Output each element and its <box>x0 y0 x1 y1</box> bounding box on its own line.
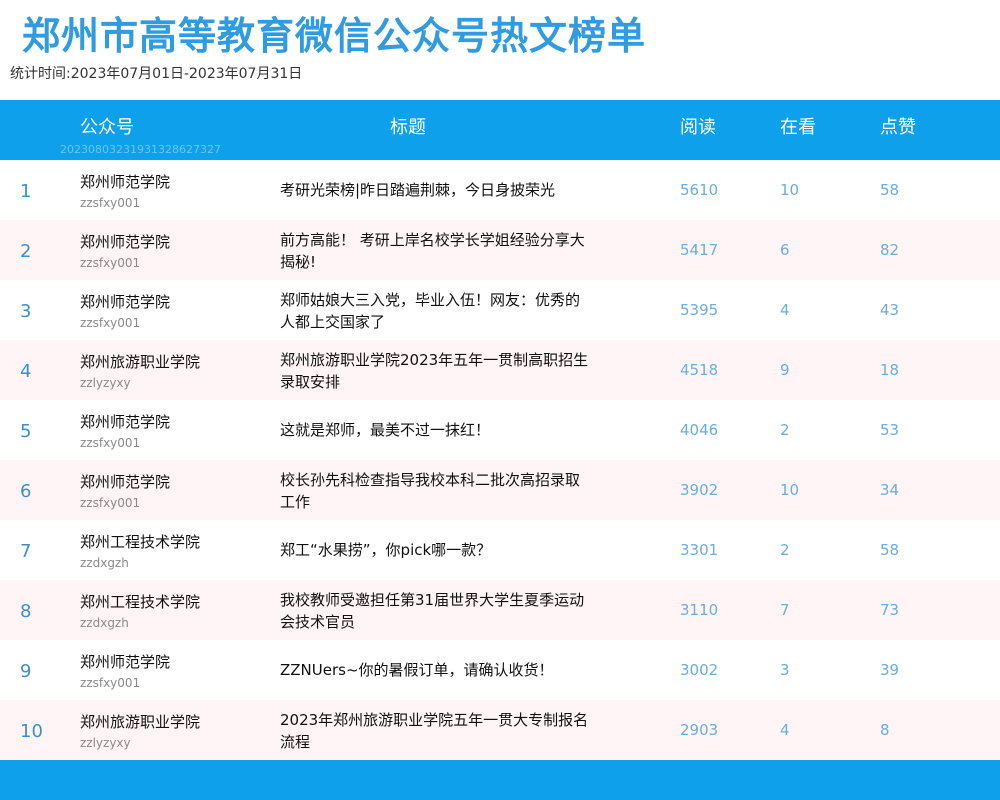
like-count: 73 <box>880 601 900 619</box>
read-count: 5395 <box>680 301 719 319</box>
read-count: 3110 <box>680 601 719 619</box>
watching-count: 10 <box>780 181 800 199</box>
article-title-link[interactable]: 前方高能！ 考研上岸名校学长学姐经验分享大揭秘! <box>280 229 590 273</box>
like-count: 82 <box>880 241 900 259</box>
like-count: 58 <box>880 181 900 199</box>
article-title-link[interactable]: 这就是郑师，最美不过一抹红！ <box>280 419 590 463</box>
account-name[interactable]: 郑州师范学院 <box>80 472 170 492</box>
table-row[interactable]: 8 郑州工程技术学院 zzdxgzh 我校教师受邀担任第31届世界大学生夏季运动… <box>0 580 1000 640</box>
ranking-table-body: 1 郑州师范学院 zzsfxy001 考研光荣榜|昨日踏遍荆棘，今日身披荣光 5… <box>0 160 1000 760</box>
column-header-title[interactable]: 标题 <box>390 116 426 140</box>
rank-number: 7 <box>20 541 32 562</box>
article-title-link[interactable]: 2023年郑州旅游职业学院五年一贯大专制报名流程 <box>280 709 590 753</box>
account-id: zzsfxy001 <box>80 676 141 690</box>
article-title-link[interactable]: 郑州旅游职业学院2023年五年一贯制高职招生录取安排 <box>280 349 590 393</box>
like-count: 34 <box>880 481 900 499</box>
watching-count: 2 <box>780 541 790 559</box>
like-count: 8 <box>880 721 890 739</box>
rank-number: 9 <box>20 661 32 682</box>
watermark-id: 20230803231931328627327 <box>60 143 221 156</box>
column-header-likes[interactable]: 点赞 <box>880 116 916 140</box>
table-row[interactable]: 5 郑州师范学院 zzsfxy001 这就是郑师，最美不过一抹红！ 4046 2… <box>0 400 1000 460</box>
watching-count: 3 <box>780 661 790 679</box>
column-header-account[interactable]: 公众号 <box>80 116 134 140</box>
article-title-link[interactable]: 校长孙先科检查指导我校本科二批次高招录取工作 <box>280 469 590 513</box>
account-id: zzsfxy001 <box>80 436 141 450</box>
watching-count: 10 <box>780 481 800 499</box>
stat-period: 统计时间:2023年07月01日-2023年07月31日 <box>10 66 303 82</box>
rank-number: 3 <box>20 301 32 322</box>
account-id: zzdxgzh <box>80 616 129 630</box>
table-row[interactable]: 4 郑州旅游职业学院 zzlyzyxy 郑州旅游职业学院2023年五年一贯制高职… <box>0 340 1000 400</box>
account-id: zzsfxy001 <box>80 196 141 210</box>
read-count: 5610 <box>680 181 719 199</box>
like-count: 18 <box>880 361 900 379</box>
watching-count: 6 <box>780 241 790 259</box>
account-id: zzsfxy001 <box>80 496 141 510</box>
watching-count: 4 <box>780 301 790 319</box>
read-count: 4046 <box>680 421 719 439</box>
read-count: 3902 <box>680 481 719 499</box>
footer-bar <box>0 760 1000 800</box>
column-header-watching[interactable]: 在看 <box>780 116 816 140</box>
table-row[interactable]: 9 郑州师范学院 zzsfxy001 ZZNUers~你的暑假订单，请确认收货！… <box>0 640 1000 700</box>
table-row[interactable]: 1 郑州师范学院 zzsfxy001 考研光荣榜|昨日踏遍荆棘，今日身披荣光 5… <box>0 160 1000 220</box>
read-count: 3301 <box>680 541 719 559</box>
article-title-link[interactable]: 我校教师受邀担任第31届世界大学生夏季运动会技术官员 <box>280 589 590 633</box>
watching-count: 9 <box>780 361 790 379</box>
rank-number: 10 <box>20 721 43 742</box>
account-name[interactable]: 郑州师范学院 <box>80 292 170 312</box>
account-name[interactable]: 郑州工程技术学院 <box>80 532 200 552</box>
account-id: zzsfxy001 <box>80 256 141 270</box>
table-row[interactable]: 10 郑州旅游职业学院 zzlyzyxy 2023年郑州旅游职业学院五年一贯大专… <box>0 700 1000 760</box>
account-name[interactable]: 郑州旅游职业学院 <box>80 712 200 732</box>
read-count: 2903 <box>680 721 719 739</box>
account-name[interactable]: 郑州师范学院 <box>80 172 170 192</box>
rank-number: 6 <box>20 481 32 502</box>
account-id: zzlyzyxy <box>80 736 131 750</box>
account-name[interactable]: 郑州师范学院 <box>80 412 170 432</box>
read-count: 3002 <box>680 661 719 679</box>
watching-count: 4 <box>780 721 790 739</box>
rank-number: 4 <box>20 361 32 382</box>
watching-count: 2 <box>780 421 790 439</box>
account-id: zzdxgzh <box>80 556 129 570</box>
account-id: zzsfxy001 <box>80 316 141 330</box>
account-name[interactable]: 郑州师范学院 <box>80 652 170 672</box>
rank-number: 5 <box>20 421 32 442</box>
article-title-link[interactable]: ZZNUers~你的暑假订单，请确认收货！ <box>280 659 590 703</box>
like-count: 43 <box>880 301 900 319</box>
article-title-link[interactable]: 考研光荣榜|昨日踏遍荆棘，今日身披荣光 <box>280 179 590 223</box>
rank-number: 8 <box>20 601 32 622</box>
table-row[interactable]: 2 郑州师范学院 zzsfxy001 前方高能！ 考研上岸名校学长学姐经验分享大… <box>0 220 1000 280</box>
account-name[interactable]: 郑州师范学院 <box>80 232 170 252</box>
table-row[interactable]: 7 郑州工程技术学院 zzdxgzh 郑工“水果捞”，你pick哪一款？ 330… <box>0 520 1000 580</box>
table-row[interactable]: 6 郑州师范学院 zzsfxy001 校长孙先科检查指导我校本科二批次高招录取工… <box>0 460 1000 520</box>
page-title: 郑州市高等教育微信公众号热文榜单 <box>22 14 647 58</box>
read-count: 4518 <box>680 361 719 379</box>
table-header: 公众号 标题 阅读 在看 点赞 20230803231931328627327 <box>0 100 1000 160</box>
like-count: 58 <box>880 541 900 559</box>
column-header-reads[interactable]: 阅读 <box>680 116 716 140</box>
read-count: 5417 <box>680 241 719 259</box>
rank-number: 2 <box>20 241 32 262</box>
like-count: 53 <box>880 421 900 439</box>
like-count: 39 <box>880 661 900 679</box>
watching-count: 7 <box>780 601 790 619</box>
article-title-link[interactable]: 郑师姑娘大三入党，毕业入伍！网友：优秀的人都上交国家了 <box>280 289 590 333</box>
article-title-link[interactable]: 郑工“水果捞”，你pick哪一款？ <box>280 539 590 583</box>
account-name[interactable]: 郑州工程技术学院 <box>80 592 200 612</box>
account-name[interactable]: 郑州旅游职业学院 <box>80 352 200 372</box>
rank-number: 1 <box>20 181 32 202</box>
account-id: zzlyzyxy <box>80 376 131 390</box>
table-row[interactable]: 3 郑州师范学院 zzsfxy001 郑师姑娘大三入党，毕业入伍！网友：优秀的人… <box>0 280 1000 340</box>
